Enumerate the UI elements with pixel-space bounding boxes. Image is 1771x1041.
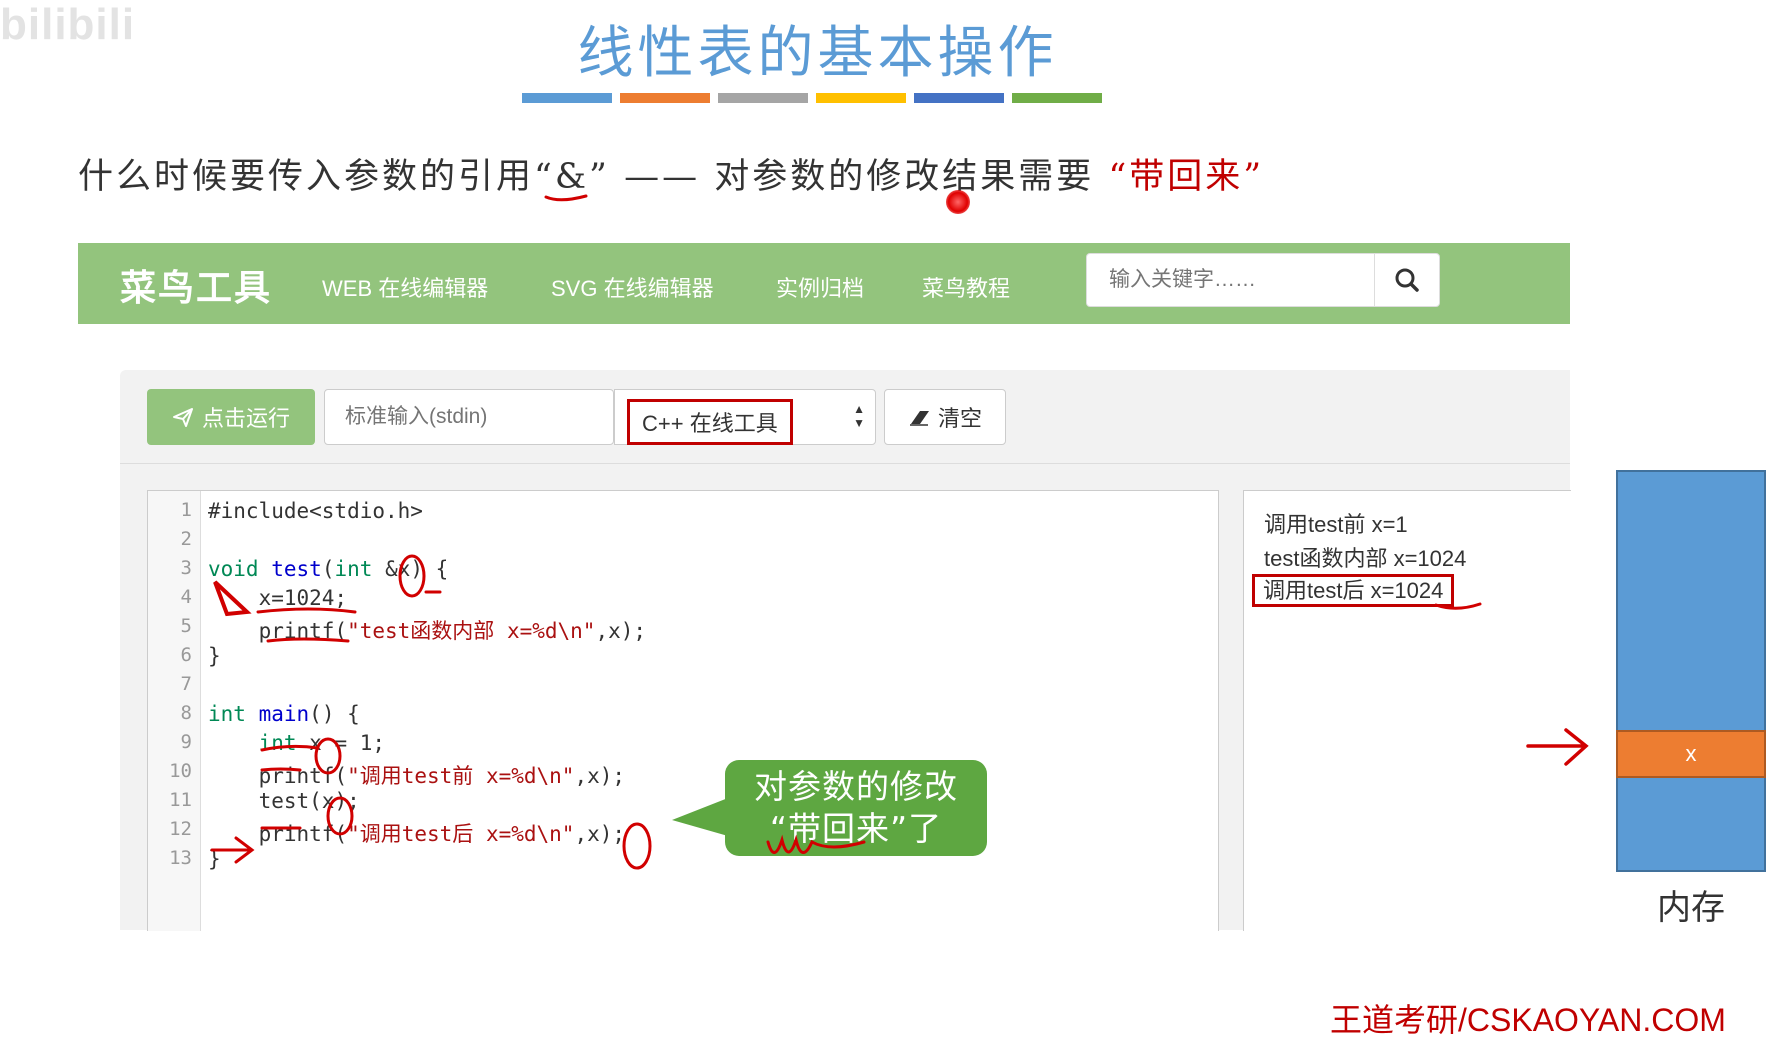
nav-link-examples[interactable]: 实例归档 <box>776 271 864 303</box>
line-number: 4 <box>180 586 192 608</box>
line-number: 2 <box>180 528 192 550</box>
line-number: 9 <box>180 731 192 753</box>
clear-button-label: 清空 <box>937 406 982 431</box>
search-input[interactable] <box>1087 254 1421 306</box>
line-number: 11 <box>169 789 192 811</box>
line-number: 6 <box>180 644 192 666</box>
line-number: 7 <box>180 673 192 695</box>
code-line: printf("test函数内部 x=%d\n",x); <box>258 619 647 643</box>
memory-block: x <box>1616 470 1766 872</box>
subtitle-highlight: “带回来” <box>1108 157 1265 197</box>
laser-pointer-dot <box>946 190 970 214</box>
color-bar-6 <box>1012 93 1102 103</box>
color-bar-1 <box>522 93 612 103</box>
select-arrows-icon: ▲ ▼ <box>853 402 865 430</box>
callout-line-1: 对参数的修改 <box>754 767 958 806</box>
nav-link-svg-editor[interactable]: SVG 在线编辑器 <box>551 271 714 303</box>
tool-navbar: 菜鸟工具 WEB 在线编辑器 SVG 在线编辑器 实例归档 菜鸟教程 <box>78 243 1570 324</box>
footer-brand: 王道考研/CSKAOYAN.COM <box>1330 1002 1726 1038</box>
stdin-input[interactable] <box>325 390 613 444</box>
brand-logo[interactable]: 菜鸟工具 <box>120 259 272 311</box>
nav-link-web-editor[interactable]: WEB 在线编辑器 <box>322 271 488 303</box>
code-line: void test(int &x) { <box>208 557 449 581</box>
toolbar-divider <box>120 463 1570 464</box>
line-number: 3 <box>180 557 192 579</box>
output-panel: 调用test前 x=1 test函数内部 x=1024 调用test后 x=10… <box>1243 490 1571 931</box>
code-editor[interactable]: 1 #include<stdio.h> 2 3 void test(int &x) … <box>147 490 1219 931</box>
nav-link-tutorial[interactable]: 菜鸟教程 <box>922 271 1010 303</box>
run-button-label: 点击运行 <box>201 406 290 431</box>
code-line: x=1024; <box>258 586 348 610</box>
callout-bubble: 对参数的修改 “带回来”了 <box>725 760 987 856</box>
search-button[interactable] <box>1374 254 1439 306</box>
color-bar-2 <box>620 93 710 103</box>
code-line: int main() { <box>208 702 360 726</box>
language-select[interactable]: C++ 在线工具 ▲ ▼ <box>614 389 876 445</box>
line-number: 13 <box>169 847 192 869</box>
stdin-field <box>324 389 614 445</box>
line-number: 10 <box>169 760 192 782</box>
line-number: 1 <box>180 499 192 521</box>
color-bar-4 <box>816 93 906 103</box>
memory-caption: 内存 <box>1657 888 1725 928</box>
code-line: printf("调用test前 x=%d\n",x); <box>258 764 626 788</box>
callout-line-2: “带回来”了 <box>769 809 943 848</box>
clear-button[interactable]: 清空 <box>884 389 1006 445</box>
subtitle-text: 什么时候要传入参数的引用“&” —— 对参数的修改结果需要 <box>78 157 1095 197</box>
code-line: #include<stdio.h> <box>208 499 423 523</box>
code-line: int x = 1; <box>258 731 386 755</box>
code-line: test(x); <box>258 789 360 813</box>
paper-plane-icon <box>172 408 193 427</box>
eraser-icon <box>909 411 929 426</box>
language-select-value: C++ 在线工具 <box>627 399 793 445</box>
memory-cell-x: x <box>1616 730 1766 778</box>
line-number: 8 <box>180 702 192 724</box>
code-line: } <box>208 847 221 871</box>
slide-title: 线性表的基本操作 <box>577 21 1058 86</box>
code-line: } <box>208 644 221 668</box>
search-icon <box>1395 268 1419 292</box>
slide-subtitle: 什么时候要传入参数的引用“&” —— 对参数的修改结果需要 “带回来” <box>78 148 1264 199</box>
line-number: 12 <box>169 818 192 840</box>
code-line: printf("调用test后 x=%d\n",x); <box>258 822 626 846</box>
output-line-highlighted: 调用test后 x=1024 <box>1252 573 1455 607</box>
search-box <box>1086 253 1440 307</box>
color-bar-3 <box>718 93 808 103</box>
output-line: 调用test前 x=1 <box>1264 512 1408 537</box>
output-line: test函数内部 x=1024 <box>1264 546 1467 571</box>
title-color-bars <box>522 93 1102 103</box>
color-bar-5 <box>914 93 1004 103</box>
line-number: 5 <box>180 615 192 637</box>
run-button[interactable]: 点击运行 <box>147 389 315 445</box>
